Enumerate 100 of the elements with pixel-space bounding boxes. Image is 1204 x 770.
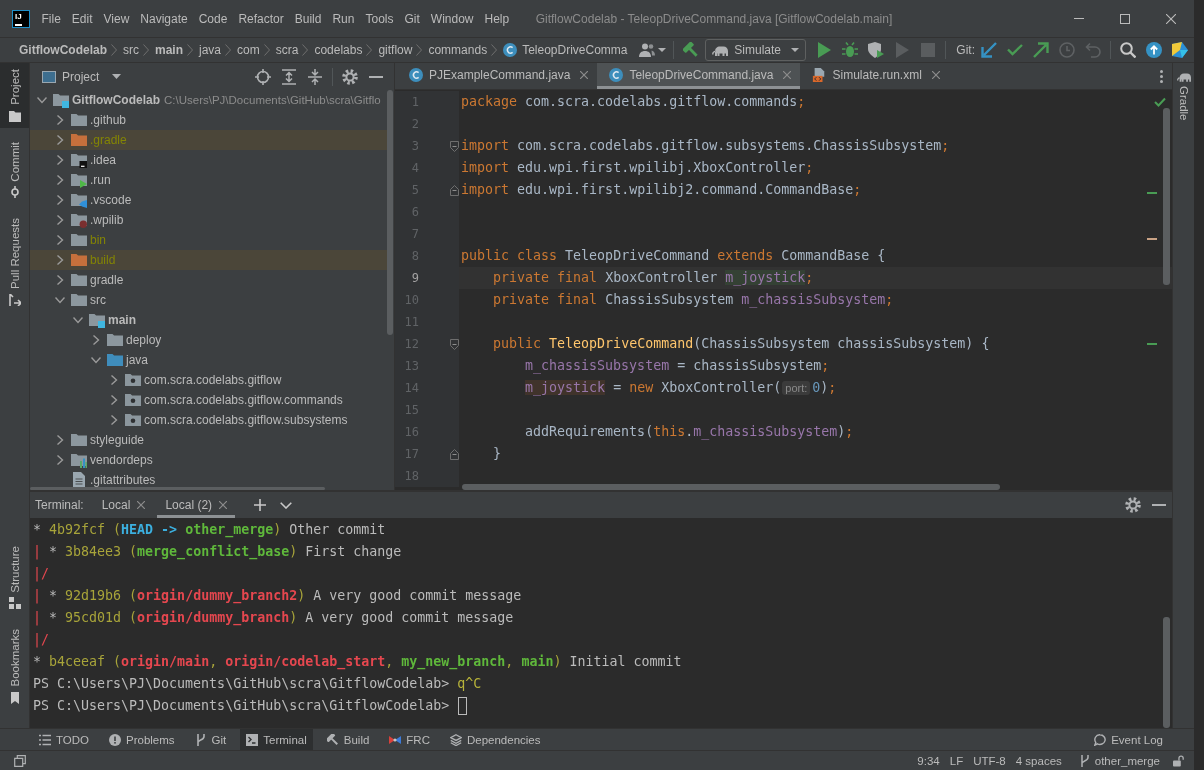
play-icon[interactable] [816,42,833,58]
chevron-down-icon[interactable] [280,501,293,509]
tool-window-tab[interactable]: Gradle [1173,63,1194,127]
menu-item[interactable]: Help [479,8,515,29]
close-icon[interactable] [137,501,146,509]
crosshair-icon[interactable] [255,68,271,85]
plus-icon[interactable] [254,499,267,511]
tree-item[interactable]: .vscode [30,190,387,210]
tree-item[interactable]: main [30,310,387,330]
shield-play-icon[interactable] [868,42,885,58]
branch-widget[interactable]: other_merge [1074,752,1165,769]
clock-icon[interactable] [1059,42,1075,58]
fold-end-icon[interactable] [450,448,459,460]
breadcrumb[interactable]: com [237,41,260,59]
breadcrumb[interactable]: codelabs [314,41,363,59]
padlock-icon[interactable] [1173,754,1184,767]
tree-item[interactable]: gradle [30,270,387,290]
breadcrumb[interactable]: java [199,41,222,59]
tree-item[interactable]: java [30,350,387,370]
fold-start-icon[interactable] [450,338,459,350]
close-icon[interactable] [580,70,589,79]
settings-icon[interactable] [1125,497,1141,513]
arrow-down-left-icon[interactable] [981,42,997,58]
close-icon[interactable] [219,501,228,509]
menu-item[interactable]: Git [398,8,426,29]
tool-window-tab[interactable]: Commit [0,135,29,205]
status-item[interactable]: UTF-8 [968,752,1011,769]
breadcrumb[interactable]: commands [428,41,488,59]
menu-item[interactable]: Build [289,8,327,29]
tree-item[interactable]: src [30,290,387,310]
scrollbar-thumb[interactable] [462,484,1000,490]
tool-window-button[interactable]: Problems [103,729,181,750]
breadcrumb[interactable]: src [123,41,139,59]
undo-icon[interactable] [1085,42,1101,58]
fold-end-icon[interactable] [450,184,459,196]
tree-item[interactable]: com.scra.codelabs.gitflow [30,370,387,390]
tool-window-tab[interactable]: Project [0,63,29,128]
tool-window-button[interactable]: Dependencies [444,729,547,750]
menu-item[interactable]: Code [193,8,233,29]
close-icon[interactable] [931,70,940,79]
tree-item[interactable]: com.scra.codelabs.gitflow.commands [30,390,387,410]
tree-item[interactable]: .github [30,110,387,130]
menu-item[interactable]: Navigate [134,8,194,29]
menu-item[interactable]: Window [425,8,479,29]
minimize-icon[interactable] [369,75,383,78]
menu-item[interactable]: Refactor [232,8,290,29]
tree-item[interactable]: com.scra.codelabs.gitflow.subsystems [30,410,387,430]
editor-tab[interactable]: Simulate.run.xml [800,63,949,89]
menu-item[interactable]: Run [326,8,360,29]
editor-tab[interactable]: TeleopDriveCommand.java [597,63,801,89]
tree-item[interactable]: deploy [30,330,387,350]
arrow-up-right-icon[interactable] [1033,42,1049,58]
tool-window-button[interactable]: TODO [33,729,95,750]
hammer-icon[interactable] [683,42,700,58]
tool-window-button[interactable]: FRC [383,729,436,750]
logo-icon[interactable] [1172,42,1188,58]
status-item[interactable]: 4 spaces [1010,752,1067,769]
tree-item[interactable]: .gitattributes [30,470,387,490]
scrollbar-thumb[interactable] [1163,617,1170,728]
tree-item[interactable]: styleguide [30,430,387,450]
fold-start-icon[interactable] [450,140,459,152]
scrollbar-thumb[interactable] [1163,108,1170,285]
tree-item[interactable]: vendordeps [30,450,387,470]
breadcrumb[interactable]: TeleopDriveComma [503,41,628,59]
change-marker-icon[interactable] [1147,343,1157,345]
tool-window-button[interactable]: Build [320,729,376,750]
tool-window-tab[interactable]: Bookmarks [0,623,29,710]
collapse-all-icon[interactable] [307,68,323,85]
status-item[interactable]: LF [944,752,969,769]
view-selector[interactable]: Project [42,65,122,88]
settings-icon[interactable] [342,68,358,85]
tree-item[interactable]: .idea [30,150,387,170]
change-marker-icon[interactable] [1147,192,1157,194]
breadcrumb[interactable]: main [155,41,183,59]
close-icon[interactable] [783,70,792,79]
bug-icon[interactable] [842,42,859,58]
tool-window-button[interactable]: Terminal [240,729,313,750]
breadcrumb[interactable]: gitflow [378,41,413,59]
update-icon[interactable] [1146,42,1162,58]
scrollbar-thumb[interactable] [387,90,393,335]
tool-window-tab[interactable]: Pull Requests [0,212,29,313]
menu-item[interactable]: File [36,8,67,29]
search-icon[interactable] [1120,42,1136,58]
tree-item[interactable]: GitflowCodelab C:\Users\PJ\Documents\GitHub\scra\Gitflo [30,90,387,110]
menu-item[interactable]: Edit [66,8,99,29]
menu-item[interactable]: View [98,8,135,29]
tool-window-tab[interactable]: Structure [0,539,29,616]
check-icon[interactable] [1154,97,1166,107]
tree-item[interactable]: .run [30,170,387,190]
event-log-button[interactable]: Event Log [1088,729,1169,750]
run-configuration-dropdown[interactable]: Simulate [705,39,807,61]
breadcrumb[interactable]: scra [275,41,299,59]
status-item[interactable]: 9:34 [912,752,945,769]
tree-item[interactable]: .wpilib [30,210,387,230]
tool-window-button[interactable]: Git [188,729,233,750]
menu-item[interactable]: Tools [359,8,399,29]
terminal-tab[interactable]: Local [93,492,154,518]
editor-tab[interactable]: PJExampleCommand.java [397,63,598,89]
change-marker-icon[interactable] [1147,238,1157,240]
check-icon[interactable] [1007,42,1023,58]
